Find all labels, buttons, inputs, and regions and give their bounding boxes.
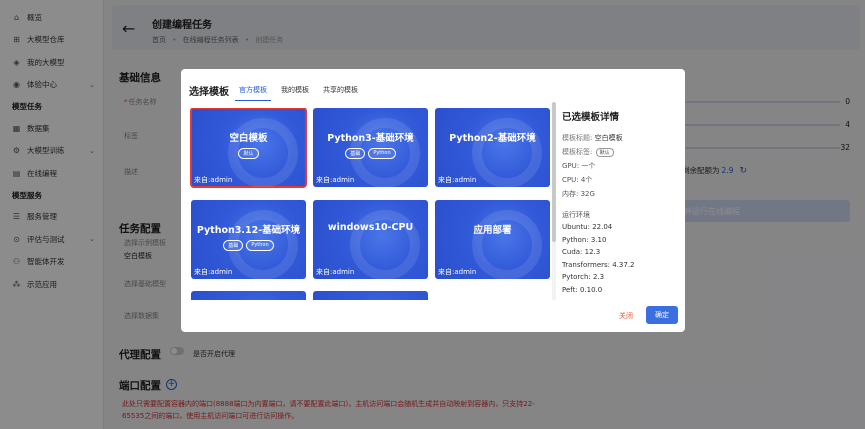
scrollbar-thumb[interactable] bbox=[552, 102, 556, 242]
env-ubuntu: Ubuntu: 22.04 bbox=[562, 223, 613, 231]
detail-tag-badge: 默认 bbox=[595, 147, 614, 157]
template-tag: 基础 bbox=[345, 148, 366, 159]
template-card[interactable]: 应用部署来自:admin bbox=[435, 200, 550, 279]
template-card-name: windows10-CPU bbox=[327, 222, 414, 233]
template-tag: Python bbox=[368, 148, 396, 159]
env-transformers: Transformers: 4.37.2 bbox=[562, 260, 635, 269]
template-card[interactable]: windows10-CPU 来自:admin bbox=[313, 200, 428, 279]
tab-my-templates[interactable]: 我的模板 bbox=[281, 85, 309, 101]
template-card-name: 空白模板 bbox=[229, 133, 268, 144]
template-card[interactable]: Python3.12-基础环境 基础 Python 来自:admin bbox=[191, 200, 306, 279]
template-detail: 已选模板详情 模板标题: 空白模板 模板标签: 默认 GPU: 一个 CPU: … bbox=[562, 109, 680, 298]
detail-env-title: 运行环境 bbox=[562, 211, 590, 219]
detail-tag-label: 模板标签: bbox=[562, 148, 593, 156]
tab-official-templates[interactable]: 官方模板 bbox=[235, 85, 271, 101]
detail-gpu: GPU: 一个 bbox=[562, 162, 596, 170]
env-peft: Peft: 0.10.0 bbox=[562, 285, 603, 294]
tab-shared-templates[interactable]: 共享的模板 bbox=[323, 85, 358, 101]
env-pytorch: Pytorch: 2.3 bbox=[562, 273, 605, 281]
template-tabs: 官方模板 我的模板 共享的模板 bbox=[235, 85, 372, 101]
detail-cpu: CPU: 4个 bbox=[562, 176, 593, 184]
card-decoration bbox=[472, 210, 542, 279]
close-button[interactable]: 关闭 bbox=[619, 311, 633, 321]
template-card-source: 来自:admin bbox=[316, 268, 355, 276]
template-card-source: 来自:admin bbox=[438, 176, 477, 184]
env-python: Python: 3.10 bbox=[562, 235, 607, 244]
template-card[interactable] bbox=[191, 291, 306, 300]
template-modal: 选择模板 官方模板 我的模板 共享的模板 空白模板 默认 来自:admin Pytho… bbox=[181, 69, 685, 332]
template-card-name: Python3.12-基础环境 bbox=[196, 225, 301, 236]
template-card-name: 应用部署 bbox=[473, 225, 512, 236]
template-card-source: 来自:admin bbox=[438, 268, 477, 276]
template-card-tags: 默认 bbox=[191, 148, 306, 159]
template-card[interactable]: Python3-基础环境基础 Python 来自:admin bbox=[313, 108, 428, 187]
template-card-tags: 基础 Python bbox=[313, 148, 428, 159]
detail-name-row: 模板标题: 空白模板 bbox=[562, 131, 680, 145]
template-tag: 基础 bbox=[223, 240, 244, 251]
template-grid: 空白模板 默认 来自:admin Python3-基础环境 基础 Python 来自:adm… bbox=[189, 108, 551, 300]
template-card-tags: 基础 Python bbox=[191, 240, 306, 251]
env-cuda: Cuda: 12.3 bbox=[562, 248, 601, 256]
template-card-source: 来自:admin bbox=[194, 268, 233, 276]
confirm-button[interactable]: 确定 bbox=[646, 306, 678, 324]
detail-memory: 内存: 32G bbox=[562, 190, 595, 198]
detail-title: 已选模板详情 bbox=[562, 112, 620, 123]
template-card-source: 来自:admin bbox=[316, 176, 355, 184]
modal-title: 选择模板 bbox=[189, 87, 229, 98]
detail-name-label: 模板标题: bbox=[562, 134, 593, 142]
template-tag: 默认 bbox=[238, 148, 259, 159]
detail-tag-row: 模板标签: 默认 bbox=[562, 145, 680, 159]
card-decoration bbox=[350, 210, 420, 279]
template-card[interactable]: Python2-基础环境来自:admin bbox=[435, 108, 550, 187]
template-card[interactable]: 空白模板默认来自:admin bbox=[190, 108, 307, 188]
card-decoration bbox=[472, 118, 542, 187]
template-card-name: Python3-基础环境 bbox=[327, 133, 414, 144]
template-tag: Python bbox=[246, 240, 274, 251]
template-card[interactable] bbox=[313, 291, 428, 300]
template-card-source: 来自:admin bbox=[194, 176, 233, 184]
detail-name-value: 空白模板 bbox=[594, 134, 623, 142]
template-card-name: Python2-基础环境 bbox=[449, 133, 536, 144]
